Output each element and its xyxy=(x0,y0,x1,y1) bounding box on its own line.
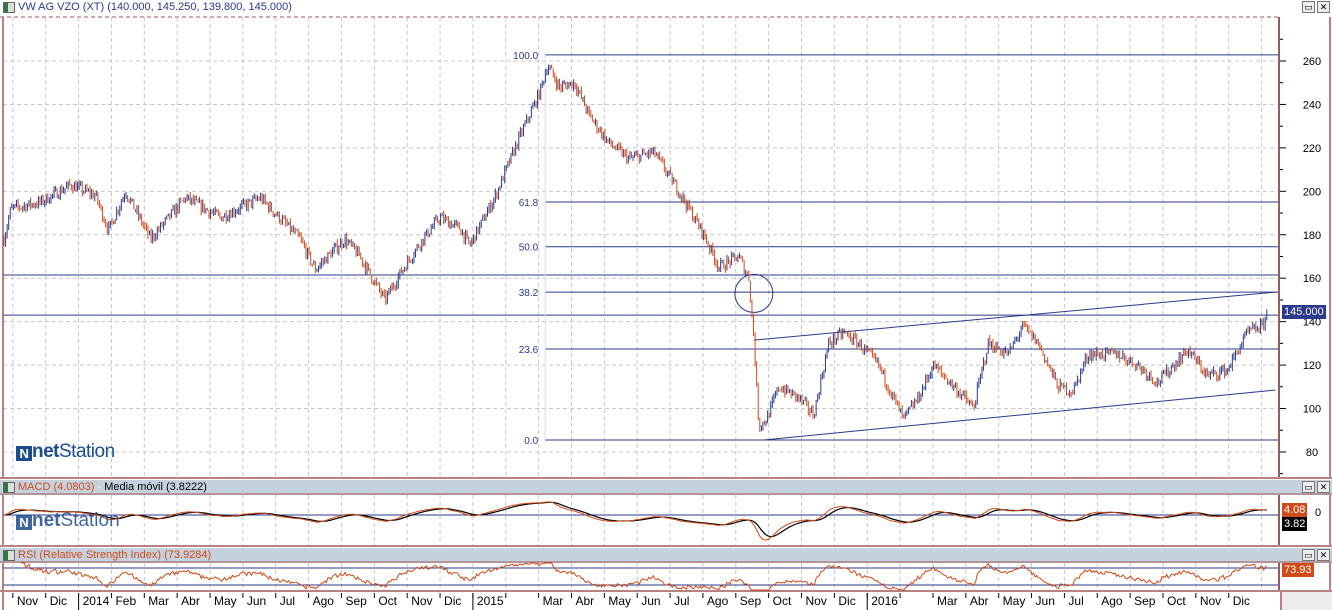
x-tick-label: Jul xyxy=(279,594,296,608)
close-button[interactable]: ✕ xyxy=(1317,549,1330,561)
x-tick-label: Jun xyxy=(641,594,661,608)
y-tick-label: 80 xyxy=(1306,447,1318,459)
x-tick-label: Jun xyxy=(1035,594,1055,608)
x-tick-label: Sep xyxy=(739,594,762,608)
x-tick-label: Mar xyxy=(542,594,564,608)
close-button[interactable]: ✕ xyxy=(1317,481,1330,493)
fibonacci-level-label: 23.6 xyxy=(519,345,539,356)
x-tick-label: May xyxy=(214,594,237,608)
x-tick-label: Nov xyxy=(411,594,433,608)
main-title: VW AG VZO (XT) (140.000, 145.250, 139.80… xyxy=(18,1,292,13)
macd-zero-label: 0 xyxy=(1315,507,1322,519)
x-tick-label: Ago xyxy=(312,594,334,608)
separator: - xyxy=(94,481,105,493)
rsi-value-tag: 73.93 xyxy=(1282,563,1314,577)
y-tick-label: 100 xyxy=(1303,404,1321,416)
y-tick-label: 160 xyxy=(1303,273,1321,285)
macd-signal-line xyxy=(3,501,1267,538)
y-tick-label: 180 xyxy=(1303,230,1321,242)
x-tick-label: Nov xyxy=(16,594,39,608)
rsi-title: RSI (Relative Strength Index) (73.9284) xyxy=(18,549,212,561)
close-button[interactable]: ✕ xyxy=(1317,1,1330,13)
x-tick-label: May xyxy=(1002,594,1026,608)
y-tick-label: 200 xyxy=(1303,186,1321,198)
x-tick-label: Dic xyxy=(444,594,462,608)
y-tick-label: 120 xyxy=(1303,360,1321,372)
macd-title: MACD (4.0803) xyxy=(18,481,95,493)
fibonacci-level-label: 38.2 xyxy=(519,288,539,299)
x-tick-label: Nov xyxy=(805,594,827,608)
last-price-tag: 145.000 xyxy=(1282,305,1326,319)
price-chart: 80100120140160180200220240260100.061.850… xyxy=(0,15,1332,610)
x-tick-label: Ago xyxy=(1101,594,1123,608)
x-tick-label: Sep xyxy=(345,594,367,608)
restore-button[interactable]: ▭ xyxy=(1302,1,1315,13)
x-tick-label: Mar xyxy=(936,594,958,608)
fibonacci-level-label: 0.0 xyxy=(524,436,538,447)
x-tick-label: Sep xyxy=(1134,594,1156,608)
x-tick-label: Dic xyxy=(838,594,856,608)
fibonacci-level-label: 100.0 xyxy=(513,51,538,62)
x-tick-label: Jul xyxy=(1068,594,1084,608)
x-tick-label: Abr xyxy=(181,594,200,608)
x-tick-label: Jun xyxy=(246,594,267,608)
restore-button[interactable]: ▭ xyxy=(1302,481,1315,493)
annotation-circle xyxy=(734,273,774,313)
y-tick-label: 260 xyxy=(1303,56,1321,68)
netstation-logo: NnetStation xyxy=(16,510,120,532)
rsi-panel-header: RSI (Relative Strength Index) (73.9284) … xyxy=(0,548,1332,563)
restore-button[interactable]: ▭ xyxy=(1302,549,1315,561)
x-tick-label: Oct xyxy=(378,594,397,608)
channel-line-lower xyxy=(763,389,1276,441)
x-tick-label: 2015 xyxy=(476,594,504,608)
x-tick-label: Dic xyxy=(1232,594,1251,608)
x-tick-label: Oct xyxy=(1166,594,1186,608)
x-tick-label: 2016 xyxy=(871,594,898,608)
channel-line-upper xyxy=(753,291,1276,341)
x-tick-label: Abr xyxy=(969,594,989,608)
x-tick-label: Oct xyxy=(772,594,792,608)
x-tick-label: Mar xyxy=(148,594,169,608)
x-tick-label: Dic xyxy=(49,594,68,608)
main-panel-header: VW AG VZO (XT) (140.000, 145.250, 139.80… xyxy=(0,0,1332,15)
macd-value-tag: 4.08 xyxy=(1282,503,1308,517)
macd-panel-header: MACD (4.0803) - Media móvil (3.8222) ▭ ✕ xyxy=(0,480,1332,495)
y-tick-label: 240 xyxy=(1303,99,1321,111)
main-panel-bg xyxy=(0,15,1332,478)
macd-signal-title: Media móvil (3.8222) xyxy=(104,481,207,493)
fibonacci-level-label: 50.0 xyxy=(519,243,539,254)
rsi-line xyxy=(21,562,1268,591)
macd-line xyxy=(3,501,1267,541)
x-tick-label: Feb xyxy=(115,594,137,608)
netstation-logo: NnetStation xyxy=(16,441,115,463)
axis-corner xyxy=(1281,592,1332,610)
x-tick-label: May xyxy=(608,594,632,608)
x-tick-label: Jul xyxy=(674,594,690,608)
x-tick-label: Ago xyxy=(706,594,729,608)
x-tick-label: Abr xyxy=(575,594,595,608)
fibonacci-level-label: 61.8 xyxy=(519,198,539,209)
y-tick-label: 220 xyxy=(1303,143,1321,155)
x-tick-label: 2014 xyxy=(82,594,110,608)
x-tick-label: Nov xyxy=(1199,594,1222,608)
signal-value-tag: 3.82 xyxy=(1282,517,1308,531)
chart-icon xyxy=(3,550,15,561)
chart-icon xyxy=(3,482,15,493)
chart-icon xyxy=(3,2,15,13)
